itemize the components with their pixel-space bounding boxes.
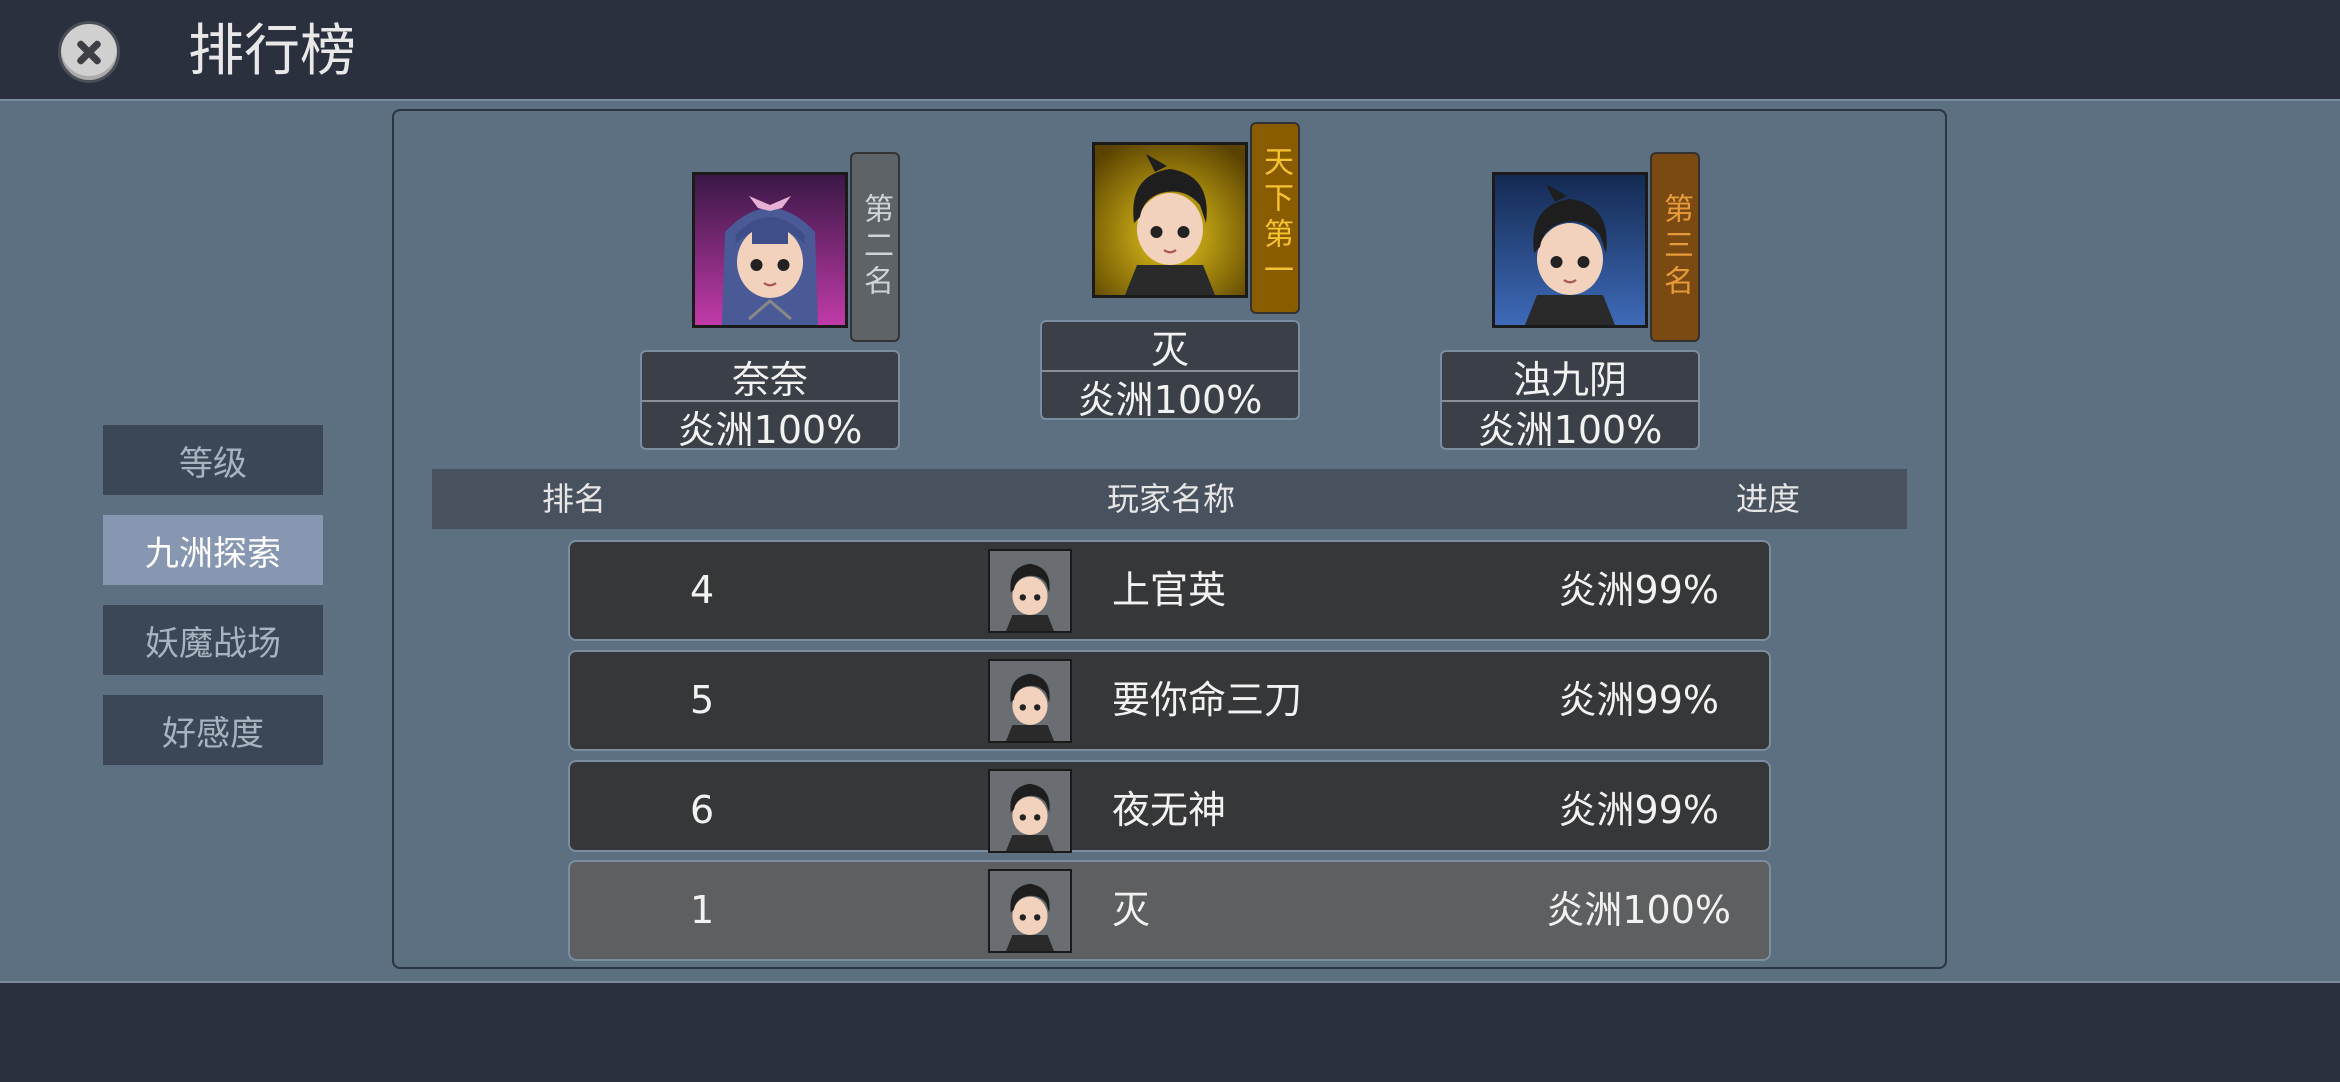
avatar-boy-icon [990, 551, 1070, 631]
avatar-boy-icon [990, 661, 1070, 741]
second-place-name: 奈奈 [642, 352, 898, 402]
row-rank: 1 [690, 888, 715, 932]
row-player-name: 上官英 [1112, 568, 1227, 612]
first-place-card[interactable]: 灭 炎洲100% [1040, 320, 1300, 420]
avatar-girl-icon [695, 175, 845, 325]
tab-affinity[interactable]: 好感度 [103, 695, 323, 765]
header-progress: 进度 [1736, 480, 1801, 518]
third-place-tag: 第三名 [1650, 152, 1700, 342]
row-rank: 6 [690, 788, 715, 832]
row-avatar [988, 769, 1072, 853]
tab-jiuzhou-explore[interactable]: 九洲探索 [103, 515, 323, 585]
row-avatar [988, 549, 1072, 633]
row-avatar [988, 869, 1072, 953]
second-place-avatar[interactable] [692, 172, 848, 328]
first-place-avatar[interactable] [1092, 142, 1248, 298]
table-row[interactable]: 4 上官英 炎洲99% [568, 540, 1771, 641]
second-place-tag: 第二名 [850, 152, 900, 342]
third-place-name: 浊九阴 [1442, 352, 1698, 402]
row-player-name: 要你命三刀 [1112, 678, 1303, 722]
first-place-name: 灭 [1042, 322, 1298, 372]
row-rank: 4 [690, 568, 715, 612]
third-place-card[interactable]: 浊九阴 炎洲100% [1440, 350, 1700, 450]
first-place-progress: 炎洲100% [1077, 377, 1263, 420]
avatar-boy-icon [1495, 175, 1645, 325]
second-place-card[interactable]: 奈奈 炎洲100% [640, 350, 900, 450]
row-rank: 5 [690, 678, 715, 722]
row-avatar [988, 659, 1072, 743]
table-row[interactable]: 6 夜无神 炎洲99% [568, 760, 1771, 853]
third-place-progress: 炎洲100% [1477, 407, 1663, 450]
third-place-avatar[interactable] [1492, 172, 1648, 328]
second-place-progress: 炎洲100% [677, 407, 863, 450]
bottom-bar [0, 981, 2340, 1082]
table-header: 排名 玩家名称 进度 [432, 469, 1907, 529]
avatar-boy-icon [990, 871, 1070, 951]
row-progress: 炎洲99% [1558, 678, 1719, 722]
row-progress: 炎洲99% [1558, 788, 1719, 832]
avatar-boy-icon [1095, 145, 1245, 295]
header-rank: 排名 [542, 480, 607, 518]
table-row[interactable]: 5 要你命三刀 炎洲99% [568, 650, 1771, 751]
self-rank-row[interactable]: 1 灭 炎洲100% [568, 860, 1771, 961]
row-progress: 炎洲100% [1546, 888, 1731, 932]
close-icon[interactable] [58, 21, 120, 83]
first-place-tag: 天下第一 [1250, 122, 1300, 314]
row-progress: 炎洲99% [1558, 568, 1719, 612]
page-title: 排行榜 [188, 19, 356, 84]
avatar-boy-icon [990, 771, 1070, 851]
tab-level[interactable]: 等级 [103, 425, 323, 495]
row-player-name: 灭 [1112, 888, 1151, 932]
row-player-name: 夜无神 [1112, 788, 1227, 832]
header-player-name: 玩家名称 [1107, 480, 1236, 518]
tab-demon-battlefield[interactable]: 妖魔战场 [103, 605, 323, 675]
top-bar: 排行榜 [0, 0, 2340, 101]
